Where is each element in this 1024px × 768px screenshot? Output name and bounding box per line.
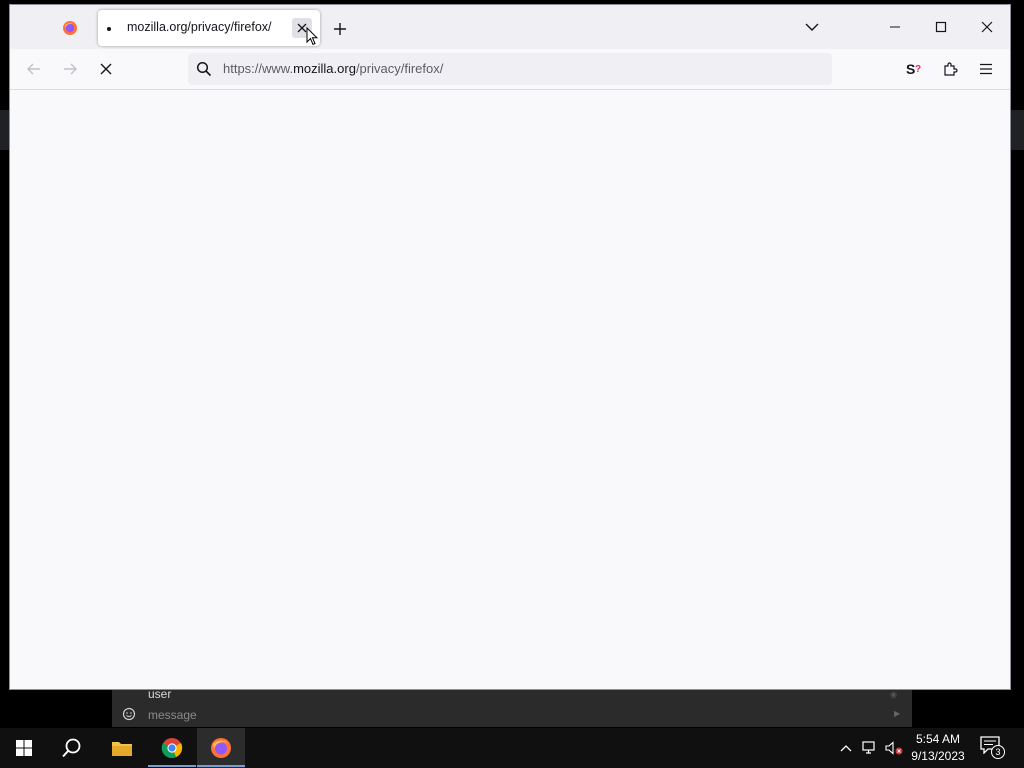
minimize-button[interactable] — [872, 5, 918, 49]
close-icon — [981, 21, 993, 33]
url-text[interactable]: https://www.mozilla.org/privacy/firefox/ — [223, 61, 443, 76]
clock-date: 9/13/2023 — [911, 749, 965, 763]
forward-button[interactable] — [58, 57, 82, 81]
firefox-icon — [211, 738, 231, 758]
page-content[interactable] — [10, 90, 1010, 689]
firefox-active-indicator — [197, 765, 245, 767]
new-tab-icon — [334, 23, 346, 35]
svg-text:S: S — [906, 61, 915, 77]
mouse-cursor-icon — [306, 27, 318, 46]
browser-window: mozilla.org/privacy/firefox/ https://www… — [9, 4, 1011, 690]
volume-button[interactable] — [884, 738, 904, 758]
mic-icon[interactable]: ◉ — [890, 690, 897, 699]
app-menu-button[interactable] — [974, 57, 998, 81]
tab-title: mozilla.org/privacy/firefox/ — [127, 20, 272, 34]
firefox-icon — [63, 21, 77, 35]
clock-time: 5:54 AM — [915, 732, 961, 746]
tab-strip: mozilla.org/privacy/firefox/ — [10, 5, 1010, 49]
hamburger-menu-icon — [980, 63, 992, 75]
file-explorer-icon — [112, 742, 132, 756]
new-tab-button[interactable] — [328, 17, 352, 41]
forward-icon — [64, 63, 77, 75]
url-bar[interactable]: https://www.mozilla.org/privacy/firefox/ — [188, 53, 832, 85]
tab-pinned-firefox[interactable] — [46, 11, 94, 45]
chrome-icon — [161, 738, 183, 758]
tab-active[interactable]: mozilla.org/privacy/firefox/ — [98, 10, 320, 46]
system-clock[interactable]: 5:54 AM 9/13/2023 — [906, 731, 970, 765]
notification-count-badge: 3 — [991, 745, 1005, 759]
url-host: mozilla.org — [293, 61, 356, 76]
taskbar: 5:54 AM 9/13/2023 3 — [0, 728, 1024, 768]
network-icon — [862, 741, 875, 754]
chevron-up-icon — [840, 745, 852, 752]
navigation-toolbar: https://www.mozilla.org/privacy/firefox/… — [10, 49, 1010, 90]
network-button[interactable] — [860, 738, 880, 758]
minimize-icon — [890, 26, 900, 28]
start-button[interactable] — [0, 728, 48, 768]
extension-s-icon: S ? — [906, 61, 921, 77]
windows-logo-icon — [16, 740, 32, 756]
maximize-icon — [935, 21, 947, 33]
chrome-active-indicator — [148, 765, 196, 767]
show-hidden-icons-button[interactable] — [836, 738, 856, 758]
desktop-background — [1010, 110, 1024, 150]
stop-icon — [100, 63, 112, 75]
extension-s-button[interactable]: S ? — [902, 57, 926, 81]
file-explorer-button[interactable] — [98, 728, 146, 768]
loading-indicator-icon — [107, 27, 111, 31]
search-icon — [62, 738, 81, 758]
window-close-button[interactable] — [964, 5, 1010, 49]
chat-message-input[interactable]: message — [148, 708, 197, 722]
stop-button[interactable] — [94, 57, 118, 81]
chat-username: user — [148, 687, 172, 701]
extensions-button[interactable] — [938, 57, 962, 81]
search-icon — [196, 61, 212, 77]
url-prefix: https://www. — [223, 61, 294, 76]
taskbar-search-button[interactable] — [48, 728, 96, 768]
chat-overlay: user message ▶ ◉ — [112, 687, 912, 727]
back-icon — [27, 63, 40, 75]
chrome-button[interactable] — [148, 728, 196, 768]
extensions-puzzle-icon — [944, 62, 958, 76]
url-path: /privacy/firefox/ — [355, 61, 444, 76]
volume-muted-icon — [885, 741, 903, 755]
list-all-tabs-button[interactable] — [800, 17, 824, 37]
back-button[interactable] — [22, 57, 46, 81]
maximize-button[interactable] — [918, 5, 964, 49]
firefox-button[interactable] — [197, 728, 245, 768]
send-icon[interactable]: ▶ — [894, 709, 900, 718]
chevron-down-icon — [805, 23, 819, 31]
svg-text:?: ? — [915, 64, 921, 75]
emoji-icon[interactable] — [122, 707, 136, 721]
